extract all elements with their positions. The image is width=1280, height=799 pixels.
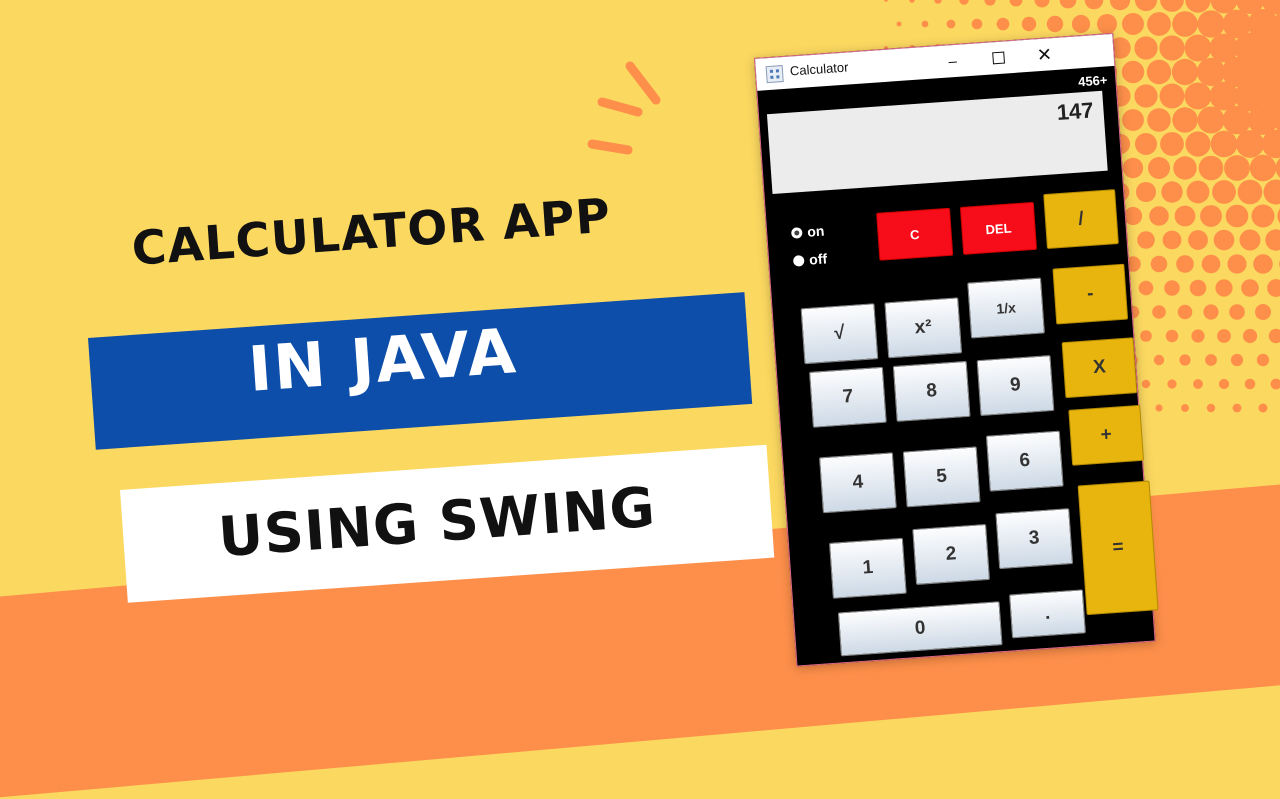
maximize-button[interactable] bbox=[975, 40, 1023, 75]
radio-off-indicator bbox=[793, 255, 805, 267]
minimize-button[interactable]: – bbox=[929, 44, 977, 79]
radio-off-label: off bbox=[809, 250, 828, 267]
clear-button[interactable]: C bbox=[876, 208, 953, 261]
equals-button[interactable]: = bbox=[1078, 480, 1159, 615]
window-title: Calculator bbox=[789, 59, 848, 78]
key-9[interactable]: 9 bbox=[977, 355, 1055, 416]
reciprocal-button[interactable]: 1/x bbox=[967, 278, 1045, 339]
key-6[interactable]: 6 bbox=[986, 431, 1064, 492]
maximize-icon bbox=[992, 52, 1005, 65]
sqrt-button[interactable]: √ bbox=[801, 303, 879, 364]
divide-button[interactable]: / bbox=[1043, 189, 1119, 249]
display-field[interactable]: 147 bbox=[767, 91, 1108, 194]
close-button[interactable]: ✕ bbox=[1020, 37, 1068, 72]
decimal-button[interactable]: . bbox=[1009, 589, 1086, 638]
key-1[interactable]: 1 bbox=[829, 538, 907, 599]
key-8[interactable]: 8 bbox=[893, 361, 971, 422]
radio-on[interactable]: on bbox=[791, 223, 825, 241]
calculator-window: Calculator – ✕ 456+ 147 on off C DEL / √… bbox=[754, 33, 1156, 667]
radio-off[interactable]: off bbox=[793, 250, 828, 268]
delete-button[interactable]: DEL bbox=[960, 202, 1037, 255]
multiply-button[interactable]: X bbox=[1062, 337, 1138, 398]
java-app-icon bbox=[766, 65, 784, 83]
minus-button[interactable]: - bbox=[1052, 264, 1128, 325]
history-label: 456+ bbox=[1078, 72, 1108, 89]
plus-button[interactable]: + bbox=[1068, 405, 1144, 466]
key-5[interactable]: 5 bbox=[903, 446, 981, 507]
radio-on-indicator bbox=[791, 227, 803, 239]
square-button[interactable]: x² bbox=[884, 297, 962, 358]
key-4[interactable]: 4 bbox=[819, 452, 897, 513]
key-0[interactable]: 0 bbox=[838, 601, 1003, 656]
key-3[interactable]: 3 bbox=[995, 508, 1073, 569]
key-2[interactable]: 2 bbox=[912, 524, 990, 585]
white-banner-text: USING SWING bbox=[216, 475, 657, 569]
key-7[interactable]: 7 bbox=[809, 367, 887, 428]
radio-on-label: on bbox=[807, 223, 825, 240]
blue-banner-text: IN JAVA bbox=[246, 314, 520, 406]
